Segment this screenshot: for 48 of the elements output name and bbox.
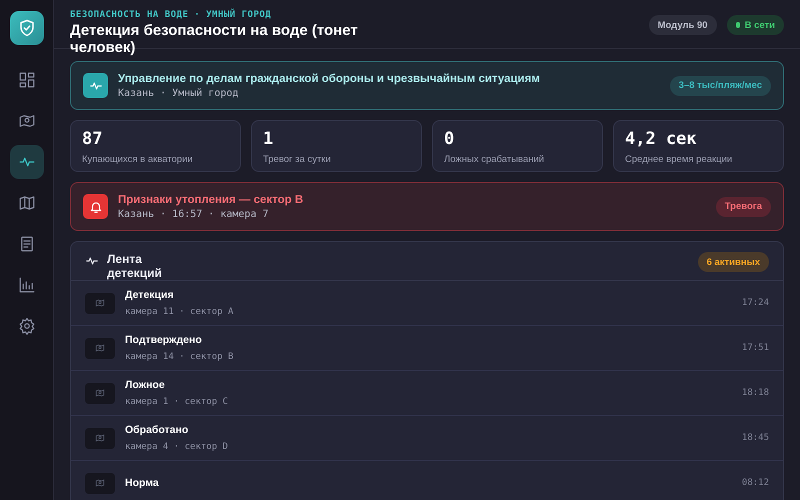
page-title: Детекция безопасности на воде (тонет человек) (70, 22, 359, 56)
alert-title: Признаки утопления — сектор B (118, 194, 304, 206)
organization-location: Казань · Умный город (118, 88, 240, 98)
feed-row[interactable]: Обработано камера 4 · сектор D 18:45 (71, 416, 783, 461)
detection-time: 18:45 (742, 433, 769, 443)
detection-status: Подтверждено (125, 334, 203, 346)
detection-source: камера 1 · сектор C (125, 397, 229, 407)
stat-value: 1 (263, 129, 274, 149)
feed-title: Лента детекций (107, 252, 163, 280)
alert-details: Казань · 16:57 · камера 7 (118, 208, 270, 220)
shield-logo-icon (10, 11, 44, 45)
camera-thumbnail (85, 338, 115, 358)
organization-name: Управление по делам гражданской обороны и чрезвычайным ситуациям (118, 72, 541, 84)
camera-thumbnail (85, 382, 115, 404)
detection-time: 17:51 (742, 343, 769, 353)
stat-value: 0 (444, 129, 456, 149)
stat-label: Купающихся в акватории (82, 154, 194, 165)
detection-source: камера 4 · сектор D (125, 442, 229, 452)
camera-thumbnail (85, 428, 115, 448)
feed-row[interactable]: Ложное камера 1 · сектор C 18:18 (71, 371, 783, 416)
detection-status: Обработано (125, 424, 190, 436)
detection-status: Детекция (125, 289, 175, 301)
stat-label: Ложных срабатываний (444, 154, 546, 165)
alarm-badge: Тревога (716, 196, 771, 216)
nav-pulse-icon[interactable] (10, 145, 44, 179)
feed-row[interactable]: Норма 08:12 (71, 461, 783, 500)
stat-value: 4,2 сек (625, 129, 698, 149)
active-count-badge: 6 активных (698, 252, 769, 272)
detection-time: 18:18 (742, 388, 769, 398)
stat-label: Среднее время реакции (625, 154, 734, 165)
detection-source: камера 11 · сектор A (125, 307, 234, 317)
price-badge: 3–8 тыс/пляж/мес (670, 76, 771, 96)
camera-thumbnail (85, 472, 115, 494)
bell-icon (83, 194, 108, 219)
detection-time: 17:24 (742, 298, 769, 308)
pulse-icon (83, 73, 108, 98)
detection-time: 08:12 (742, 478, 769, 488)
stat-value: 87 (82, 129, 104, 149)
status-badge: В сети (726, 15, 784, 35)
detection-source: камера 14 · сектор B (125, 352, 234, 362)
module-badge: Модуль 90 (648, 15, 717, 35)
detection-status: Норма (125, 477, 160, 489)
feed-row[interactable]: Детекция камера 11 · сектор A 17:24 (71, 281, 783, 326)
detection-status: Ложное (125, 379, 166, 391)
section-kicker: БЕЗОПАСНОСТЬ НА ВОДЕ · УМНЫЙ ГОРОД (70, 10, 272, 20)
stat-label: Тревог за сутки (263, 154, 332, 165)
feed-row[interactable]: Подтверждено камера 14 · сектор B 17:51 (71, 326, 783, 371)
camera-thumbnail (85, 292, 115, 314)
